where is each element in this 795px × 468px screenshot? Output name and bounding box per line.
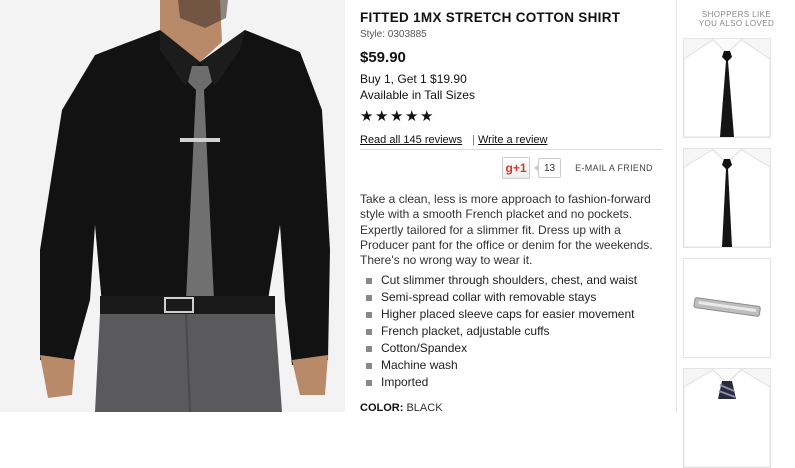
feature-text: Higher placed sleeve caps for easier mov…	[381, 307, 635, 321]
feature-text: Imported	[381, 375, 429, 389]
write-review-link[interactable]: Write a review	[478, 134, 547, 146]
list-item: Machine wash	[366, 357, 637, 374]
list-item: French placket, adjustable cuffs	[366, 323, 637, 340]
bullet-icon	[366, 362, 372, 369]
list-item: Higher placed sleeve caps for easier mov…	[366, 306, 637, 323]
model-photo	[0, 0, 345, 412]
bullet-icon	[366, 277, 372, 284]
rail-title: SHOPPERS LIKE YOU ALSO LOVED	[677, 10, 795, 28]
recommendation-item[interactable]	[683, 258, 771, 358]
feature-list: Cut slimmer through shoulders, chest, an…	[366, 272, 637, 391]
social-share: g+1 13 E-MAIL A FRIEND	[502, 157, 653, 179]
email-friend-link[interactable]: E-MAIL A FRIEND	[575, 163, 653, 173]
product-description: Take a clean, less is more approach to f…	[360, 192, 653, 268]
rail-title-line2: YOU ALSO LOVED	[698, 19, 775, 28]
product-style-number: Style: 0303885	[360, 29, 427, 40]
promo-text: Buy 1, Get 1 $19.90	[360, 72, 467, 86]
link-separator: |	[472, 134, 475, 146]
list-item: Imported	[366, 374, 637, 391]
recommendation-item[interactable]	[683, 368, 771, 468]
feature-text: Cotton/Spandex	[381, 341, 468, 355]
star-icon: ★	[420, 108, 434, 125]
google-plus-button[interactable]: g+1	[502, 157, 530, 179]
star-icon: ★	[375, 108, 389, 125]
list-item: Cut slimmer through shoulders, chest, an…	[366, 272, 637, 289]
read-reviews-link[interactable]: Read all 145 reviews	[360, 134, 462, 146]
reviews-links: Read all 145 reviews | Write a review	[360, 134, 660, 146]
tie-bar-thumbnail	[684, 259, 770, 357]
bullet-icon	[366, 311, 372, 318]
feature-text: Machine wash	[381, 358, 458, 372]
recommendation-item[interactable]	[683, 148, 771, 248]
rail-title-line1: SHOPPERS LIKE	[701, 10, 772, 19]
product-info: FITTED 1MX STRETCH COTTON SHIRT Style: 0…	[360, 10, 660, 146]
striped-tie-thumbnail	[684, 369, 770, 467]
list-item: Cotton/Spandex	[366, 340, 637, 357]
color-label: COLOR:	[360, 402, 404, 414]
feature-text: Semi-spread collar with removable stays	[381, 290, 597, 304]
list-item: Semi-spread collar with removable stays	[366, 289, 637, 306]
bullet-icon	[366, 379, 372, 386]
bullet-icon	[366, 328, 372, 335]
rating-stars[interactable]: ★ ★ ★ ★ ★	[360, 108, 660, 125]
color-value: BLACK	[406, 402, 443, 414]
black-skinny-tie-thumbnail	[684, 149, 770, 247]
color-selector-label: COLOR: BLACK	[360, 402, 443, 414]
product-hero-image[interactable]	[0, 0, 345, 412]
star-icon: ★	[405, 108, 419, 125]
star-icon: ★	[390, 108, 404, 125]
feature-text: French placket, adjustable cuffs	[381, 324, 550, 338]
divider	[360, 149, 662, 150]
product-title: FITTED 1MX STRETCH COTTON SHIRT	[360, 10, 621, 25]
black-tie-thumbnail	[684, 39, 770, 137]
star-icon: ★	[360, 108, 374, 125]
product-price: $59.90	[360, 49, 406, 66]
bullet-icon	[366, 345, 372, 352]
bullet-icon	[366, 294, 372, 301]
availability-text: Available in Tall Sizes	[360, 88, 475, 102]
recommendations-rail: SHOPPERS LIKE YOU ALSO LOVED	[676, 0, 795, 468]
recommendation-item[interactable]	[683, 38, 771, 138]
feature-text: Cut slimmer through shoulders, chest, an…	[381, 273, 638, 287]
google-plus-count: 13	[533, 158, 562, 178]
